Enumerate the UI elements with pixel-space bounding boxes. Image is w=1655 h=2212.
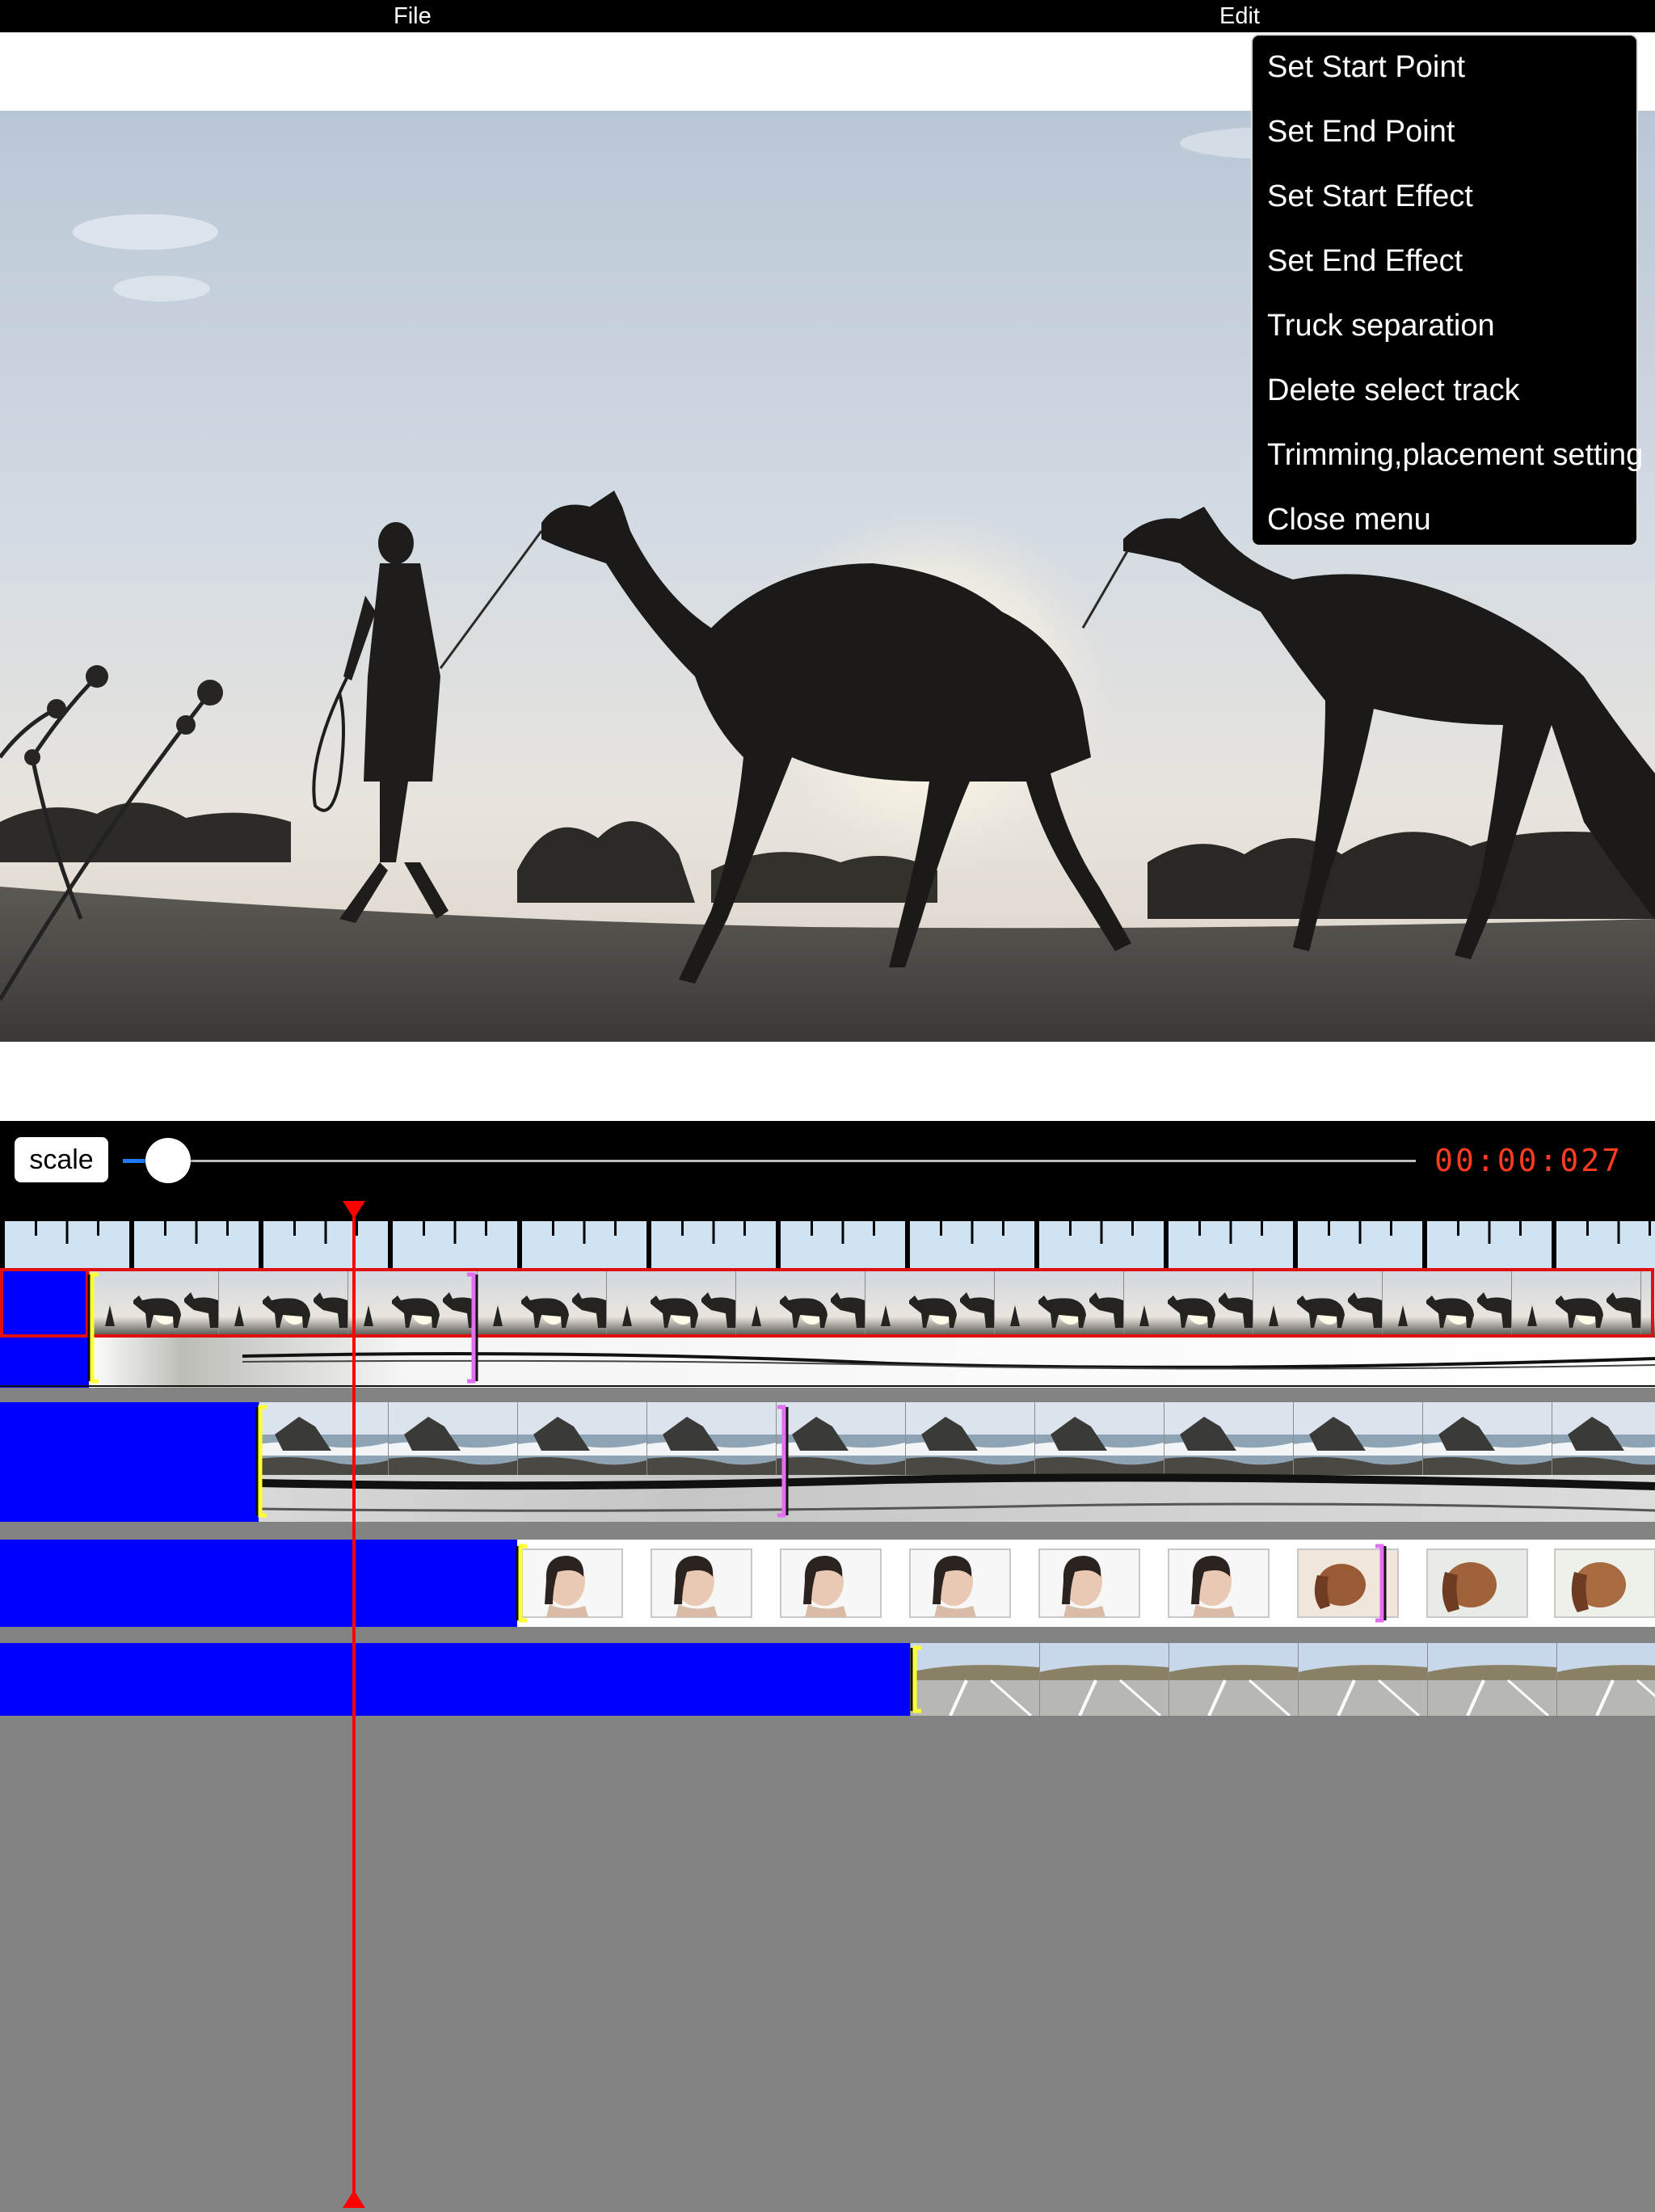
control-bar: [0, 1121, 1655, 1221]
menu-set-end-point[interactable]: Set End Point: [1267, 107, 1455, 156]
track-sea[interactable]: [0, 1402, 1655, 1522]
timeline-ruler[interactable]: [0, 1221, 1655, 1268]
timecode-display: 00:00:027: [1434, 1143, 1623, 1178]
preview-margin: [0, 1042, 1655, 1121]
menu-set-start-point[interactable]: Set Start Point: [1267, 43, 1465, 91]
scale-slider[interactable]: [123, 1160, 1416, 1162]
menu-close[interactable]: Close menu: [1267, 495, 1431, 544]
menu-trimming-placement[interactable]: Trimming,placement setting: [1267, 431, 1643, 479]
scale-button[interactable]: scale: [15, 1137, 108, 1182]
track-road[interactable]: [0, 1643, 1655, 1716]
scale-slider-thumb[interactable]: [145, 1138, 191, 1183]
track-camels[interactable]: [0, 1268, 1655, 1388]
edit-dropdown-menu: Set Start Point Set End Point Set Start …: [1251, 34, 1643, 546]
menu-bar: [0, 0, 1655, 32]
menu-delete-select-track[interactable]: Delete select track: [1267, 366, 1520, 415]
menu-set-start-effect[interactable]: Set Start Effect: [1267, 172, 1473, 221]
file-menu[interactable]: File: [394, 2, 432, 31]
track-portraits[interactable]: [0, 1540, 1655, 1627]
menu-truck-separation[interactable]: Truck separation: [1267, 301, 1495, 350]
menu-set-end-effect[interactable]: Set End Effect: [1267, 237, 1463, 285]
edit-menu-title[interactable]: Edit: [1219, 2, 1260, 31]
